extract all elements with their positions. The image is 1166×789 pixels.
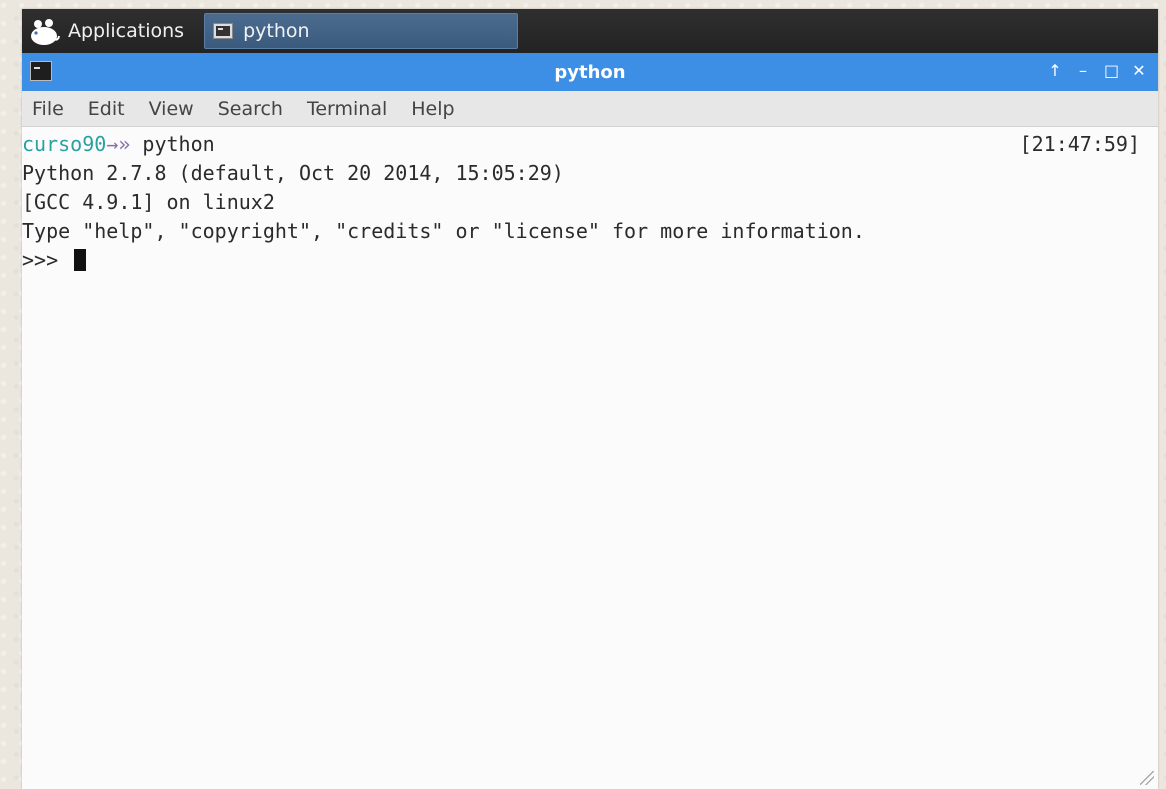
shade-icon[interactable]: ↑ — [1048, 61, 1062, 80]
terminal-icon — [213, 23, 234, 39]
applications-label: Applications — [68, 20, 185, 42]
taskbar-window-label: python — [243, 20, 310, 42]
close-icon[interactable]: ✕ — [1132, 61, 1146, 80]
window-titlebar[interactable]: python ↑ – □ ✕ — [22, 53, 1158, 91]
prompt-timestamp: [21:47:59] — [1019, 132, 1140, 156]
menu-view[interactable]: View — [149, 98, 194, 120]
applications-menu-button[interactable]: Applications — [22, 9, 194, 53]
window-controls: ↑ – □ ✕ — [1048, 61, 1146, 80]
resize-grip-icon[interactable] — [1140, 771, 1154, 785]
prompt-arrow: →» — [106, 132, 131, 156]
prompt-line: curso90→» python [21:47:59] — [22, 130, 1158, 159]
taskbar-window-python[interactable]: python — [204, 13, 519, 49]
prompt-user: curso90 — [22, 132, 107, 156]
menu-edit[interactable]: Edit — [88, 98, 125, 120]
output-line: [GCC 4.9.1] on linux2 — [22, 190, 275, 214]
window-title: python — [554, 62, 626, 83]
output-line: Python 2.7.8 (default, Oct 20 2014, 15:0… — [22, 161, 564, 185]
repl-input-line[interactable]: >>> — [22, 246, 1158, 275]
menu-bar: File Edit View Search Terminal Help — [22, 91, 1158, 127]
text-cursor — [74, 249, 87, 271]
minimize-icon[interactable]: – — [1076, 61, 1090, 80]
xfce-mouse-logo-icon — [31, 19, 60, 45]
menu-search[interactable]: Search — [218, 98, 283, 120]
menu-file[interactable]: File — [32, 98, 64, 120]
repl-prompt: >>> — [22, 248, 71, 272]
maximize-icon[interactable]: □ — [1104, 61, 1119, 80]
menu-help[interactable]: Help — [411, 98, 454, 120]
output-line: Type "help", "copyright", "credits" or "… — [22, 219, 865, 243]
prompt-command: python — [130, 132, 215, 156]
menu-terminal[interactable]: Terminal — [307, 98, 387, 120]
terminal-output[interactable]: curso90→» python [21:47:59] Python 2.7.8 … — [22, 127, 1158, 789]
taskbar: Applications python — [22, 9, 1158, 53]
screen-frame: Applications python python ↑ – □ ✕ File … — [22, 9, 1158, 789]
